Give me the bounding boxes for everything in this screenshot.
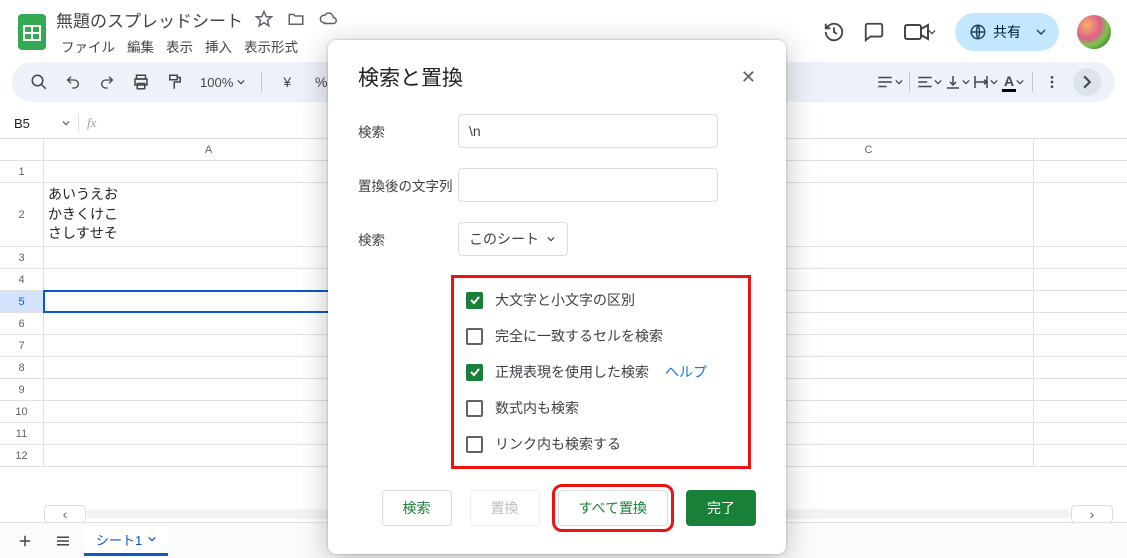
regex-help-link[interactable]: ヘルプ	[665, 362, 707, 382]
checkbox-icon	[466, 292, 483, 309]
check-label: 正規表現を使用した検索	[495, 362, 649, 382]
replace-button: 置換	[470, 490, 540, 526]
check-links[interactable]: リンク内も検索する	[466, 434, 736, 454]
check-label: リンク内も検索する	[495, 434, 621, 454]
dialog-title: 検索と置換	[358, 62, 463, 92]
replace-all-button[interactable]: すべて置換	[558, 490, 668, 526]
dialog-scrim: 検索と置換 ✕ 検索 置換後の文字列 検索 このシート	[0, 0, 1127, 558]
check-regex[interactable]: 正規表現を使用した検索 ヘルプ	[466, 362, 736, 382]
check-case[interactable]: 大文字と小文字の区別	[466, 290, 736, 310]
check-entire[interactable]: 完全に一致するセルを検索	[466, 326, 736, 346]
close-icon[interactable]: ✕	[741, 67, 756, 88]
options-checks: 大文字と小文字の区別 完全に一致するセルを検索 正規表現を使用した検索 ヘルプ …	[458, 282, 744, 462]
check-formulas[interactable]: 数式内も検索	[466, 398, 736, 418]
checkbox-icon	[466, 436, 483, 453]
scope-value: このシート	[469, 229, 539, 249]
checkbox-icon	[466, 328, 483, 345]
check-label: 大文字と小文字の区別	[495, 290, 635, 310]
checkbox-icon	[466, 400, 483, 417]
checkbox-icon	[466, 364, 483, 381]
check-label: 完全に一致するセルを検索	[495, 326, 663, 346]
replace-input[interactable]	[458, 168, 718, 202]
find-input[interactable]	[458, 114, 718, 148]
find-button[interactable]: 検索	[382, 490, 452, 526]
find-replace-dialog: 検索と置換 ✕ 検索 置換後の文字列 検索 このシート	[328, 40, 786, 554]
done-button[interactable]: 完了	[686, 490, 756, 526]
check-label: 数式内も検索	[495, 398, 579, 418]
find-label: 検索	[358, 121, 458, 141]
replace-label: 置換後の文字列	[358, 175, 458, 195]
scope-select[interactable]: このシート	[458, 222, 568, 256]
scope-label: 検索	[358, 229, 458, 249]
